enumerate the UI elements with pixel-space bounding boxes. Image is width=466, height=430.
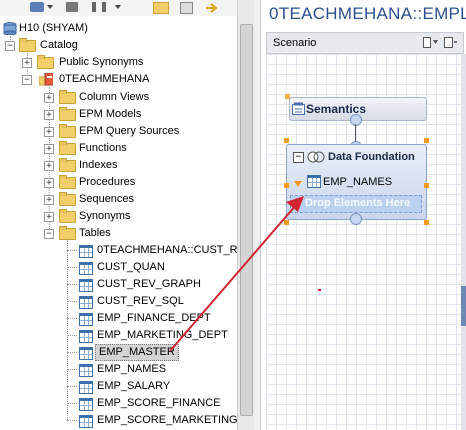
drag-arrow-icon: [169, 196, 304, 352]
